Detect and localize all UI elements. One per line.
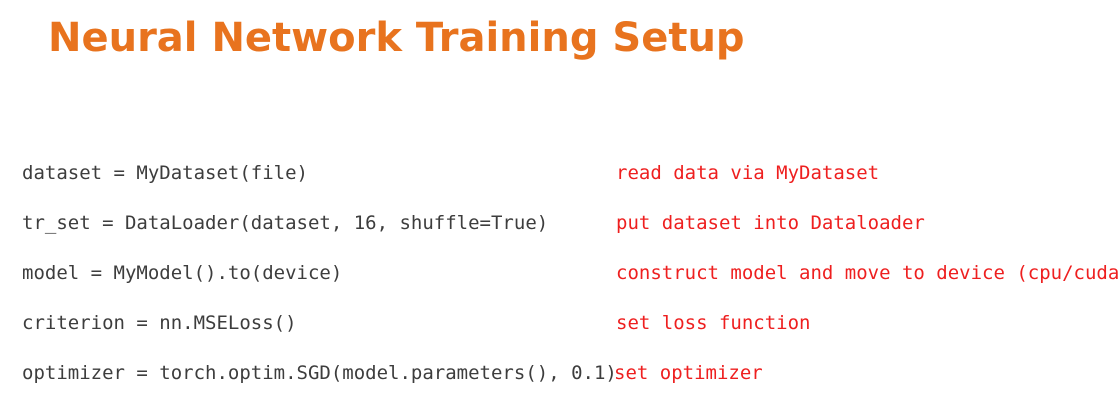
slide-title: Neural Network Training Setup <box>48 15 745 61</box>
code-line-optimizer: optimizer = torch.optim.SGD(model.parame… <box>22 358 1112 408</box>
code-line-tr-set: tr_set = DataLoader(dataset, 16, shuffle… <box>22 208 1112 258</box>
code-comment: set optimizer <box>614 362 763 384</box>
code-line-dataset: dataset = MyDataset(file) read data via … <box>22 158 1112 208</box>
code-text: model = MyModel().to(device) <box>22 262 343 284</box>
code-line-model: model = MyModel().to(device) construct m… <box>22 258 1120 308</box>
code-text: optimizer = torch.optim.SGD(model.parame… <box>22 362 617 384</box>
code-listing: dataset = MyDataset(file) read data via … <box>22 158 1120 408</box>
code-text: criterion = nn.MSELoss() <box>22 312 297 334</box>
code-comment: put dataset into Dataloader <box>616 212 925 234</box>
code-comment: read data via MyDataset <box>616 162 880 184</box>
code-comment: construct model and move to device (cpu/… <box>616 262 1120 284</box>
code-line-criterion: criterion = nn.MSELoss() set loss functi… <box>22 308 1112 358</box>
code-text: dataset = MyDataset(file) <box>22 162 308 184</box>
code-comment: set loss function <box>616 312 811 334</box>
code-text: tr_set = DataLoader(dataset, 16, shuffle… <box>22 212 549 234</box>
